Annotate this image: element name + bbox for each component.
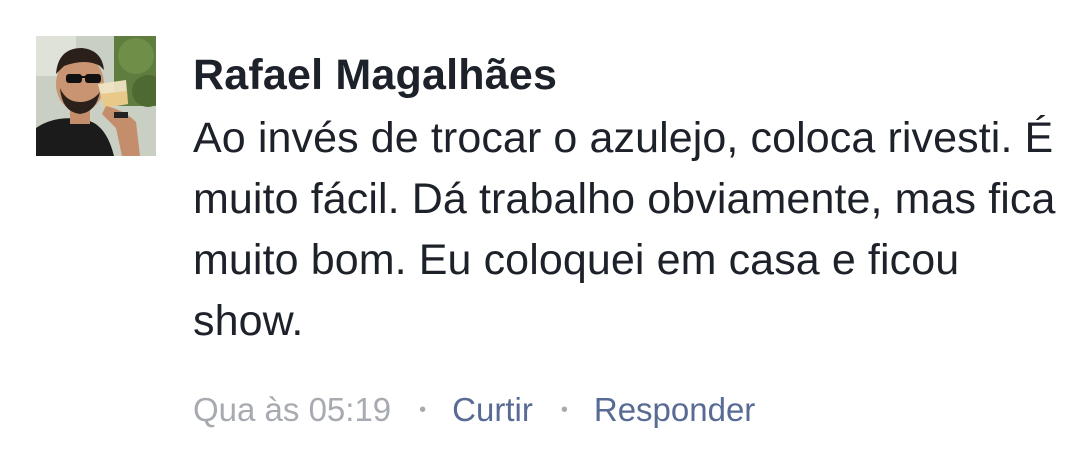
avatar[interactable] xyxy=(36,36,156,156)
separator-dot: • xyxy=(560,398,568,421)
comment-text: Ao invés de trocar o azulejo, coloca riv… xyxy=(193,114,1056,345)
like-button[interactable]: Curtir xyxy=(452,391,533,429)
comment-body: Rafael Magalhães Ao invés de trocar o az… xyxy=(193,50,1063,352)
reply-button[interactable]: Responder xyxy=(594,391,755,429)
separator-dot: • xyxy=(419,398,427,421)
comment-actions: Qua às 05:19 • Curtir • Responder xyxy=(193,388,755,432)
timestamp[interactable]: Qua às 05:19 xyxy=(193,391,391,429)
comment: Rafael Magalhães Ao invés de trocar o az… xyxy=(0,0,1078,469)
author-name[interactable]: Rafael Magalhães xyxy=(193,50,1063,100)
